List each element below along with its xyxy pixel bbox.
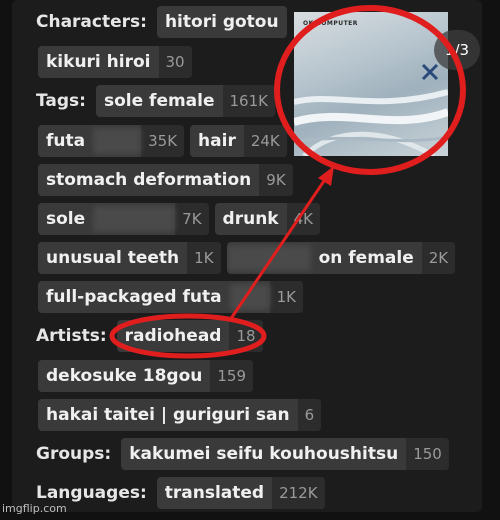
tag-name: kikuri hiroi <box>46 52 151 72</box>
tag-name: hair <box>198 131 236 151</box>
tag-name: stomach deformation <box>46 170 252 190</box>
image-counter: 1/3 <box>434 30 480 70</box>
tag-count: 4K <box>286 203 321 235</box>
tag-count: 150 <box>406 438 449 470</box>
tag-count: 9K <box>259 164 293 196</box>
tag-count: 2K <box>421 242 456 274</box>
tag-chip[interactable]: kakumei seifu kouhoushitsu 150 <box>121 438 449 470</box>
tag-name: kakumei seifu kouhoushitsu <box>129 444 399 464</box>
artists-row: Artists: radiohead 18 <box>36 320 269 352</box>
censor-blur <box>229 284 270 310</box>
tag-count: 6 <box>297 399 322 431</box>
tags-row-6: full-packaged futa 1K <box>38 281 309 313</box>
tag-chip[interactable]: dekosuke 18gou 159 <box>38 360 253 392</box>
characters-label: Characters: <box>36 12 147 32</box>
tag-name: hakai taitei | guriguri san <box>46 405 290 425</box>
characters-row-2: kikuri hiroi 30 <box>38 46 198 78</box>
tag-chip[interactable]: unusual teeth 1K <box>38 242 221 274</box>
artists-row-2: dekosuke 18gou 159 <box>38 360 259 392</box>
album-title: OK COMPUTER <box>303 20 358 27</box>
tag-name: on female <box>318 248 414 268</box>
tag-chip[interactable]: kikuri hiroi 30 <box>38 46 192 78</box>
tag-chip[interactable]: on female 2K <box>226 242 456 274</box>
tag-chip[interactable]: sole female 161K <box>95 85 275 117</box>
tag-chip[interactable]: full-packaged futa 1K <box>38 281 303 313</box>
tag-name: drunk <box>222 209 279 229</box>
tag-count: 7K <box>175 203 209 235</box>
tag-count: 161K <box>222 85 275 117</box>
tag-count: 24K <box>243 125 287 157</box>
tag-count: 1K <box>269 281 303 313</box>
groups-label: Groups: <box>36 444 112 464</box>
tag-chip[interactable]: sole 7K <box>38 203 209 235</box>
tags-row: Tags: sole female 161K <box>36 85 281 117</box>
tag-name: hitori gotou <box>164 12 279 32</box>
tag-chip[interactable]: hitori gotou <box>156 6 287 38</box>
censor-blur <box>93 128 142 154</box>
tag-chip[interactable]: stomach deformation 9K <box>38 164 293 196</box>
tag-count: 18 <box>229 320 263 352</box>
characters-row: Characters: hitori gotou <box>36 6 293 38</box>
tag-count: 30 <box>158 46 192 78</box>
tag-name: radiohead <box>124 326 222 346</box>
tag-name: full-packaged futa <box>46 287 222 307</box>
tag-name: dekosuke 18gou <box>46 366 203 386</box>
tag-name: futa <box>46 131 86 151</box>
tags-row-5: unusual teeth 1K on female 2K <box>38 242 461 274</box>
tag-name: sole female <box>103 91 215 111</box>
tags-row-2: futa 35K hair 24K <box>38 125 293 157</box>
censor-blur <box>226 245 311 271</box>
tag-count: 212K <box>272 477 325 509</box>
tag-name: translated <box>164 483 265 503</box>
languages-row: Languages: translated 212K <box>36 477 331 509</box>
tag-chip[interactable]: futa 35K <box>38 125 185 157</box>
censor-blur <box>93 206 176 232</box>
tags-row-3: stomach deformation 9K <box>38 164 299 196</box>
tags-row-4: sole 7K drunk 4K <box>38 203 326 235</box>
tag-name: sole <box>46 209 86 229</box>
tags-label: Tags: <box>36 91 86 111</box>
tag-chip[interactable]: hakai taitei | guriguri san 6 <box>38 399 322 431</box>
album-cover-image[interactable]: OK COMPUTER <box>294 12 448 156</box>
tag-count: 35K <box>141 125 185 157</box>
tag-chip[interactable]: radiohead 18 <box>116 320 263 352</box>
tag-count: 159 <box>210 360 253 392</box>
tag-count: 1K <box>187 242 221 274</box>
highway-illustration-icon <box>294 89 448 156</box>
tag-chip[interactable]: drunk 4K <box>214 203 321 235</box>
x-mark-icon <box>421 63 439 81</box>
tag-name: unusual teeth <box>46 248 180 268</box>
languages-label: Languages: <box>36 483 147 503</box>
artists-row-3: hakai taitei | guriguri san 6 <box>38 399 327 431</box>
artists-label: Artists: <box>36 326 107 346</box>
groups-row: Groups: kakumei seifu kouhoushitsu 150 <box>36 438 455 470</box>
tag-chip[interactable]: hair 24K <box>190 125 287 157</box>
tag-chip[interactable]: translated 212K <box>156 477 325 509</box>
watermark: imgflip.com <box>2 502 67 515</box>
